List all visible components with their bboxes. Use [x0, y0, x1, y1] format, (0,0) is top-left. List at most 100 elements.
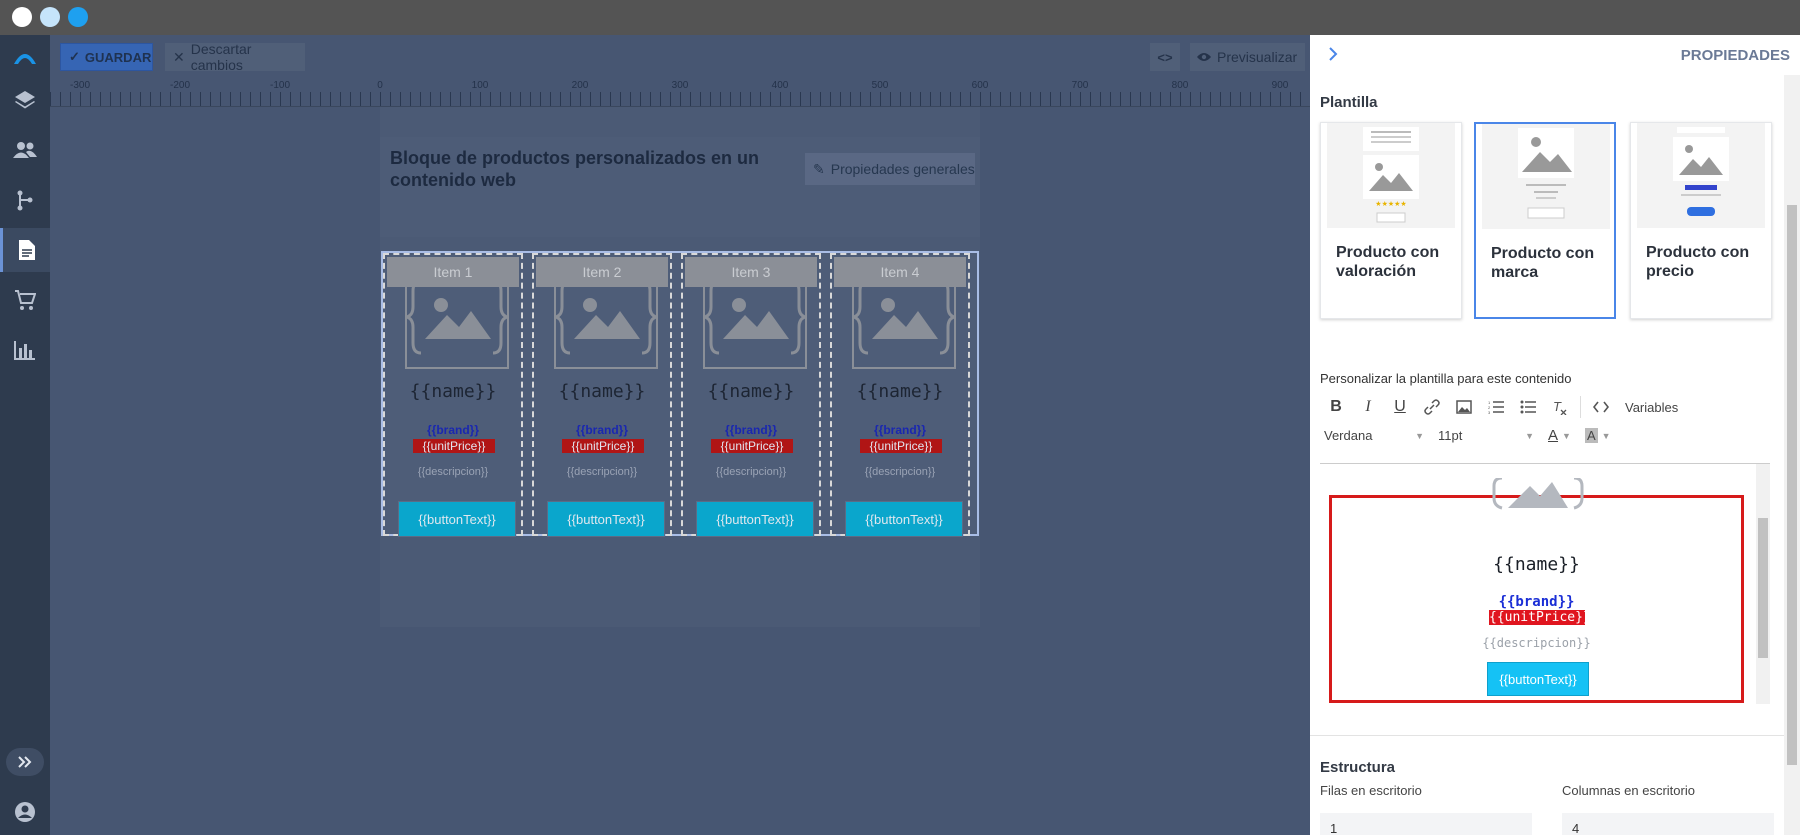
- app-logo-icon[interactable]: [0, 35, 50, 79]
- columns-desktop-label: Columnas en escritorio: [1562, 783, 1695, 798]
- italic-icon[interactable]: I: [1352, 393, 1384, 421]
- ruler-label: 900: [1271, 80, 1289, 91]
- template-thumbnail: [1482, 124, 1610, 229]
- ruler-ticks: [50, 92, 1310, 106]
- reports-chart-icon[interactable]: [0, 328, 50, 372]
- product-button[interactable]: {{buttonText}}: [398, 501, 516, 537]
- variables-dropdown[interactable]: Variables: [1625, 400, 1678, 415]
- product-brand: {{brand}}: [724, 423, 777, 437]
- product-item[interactable]: Item 3 {{name}} {{brand}} {{unitPrice}} …: [681, 253, 821, 537]
- template-brand-preview-icon: [1518, 128, 1574, 219]
- template-card-rating[interactable]: ★★★★★ Producto con valoración: [1320, 122, 1462, 319]
- preview-button-label: Previsualizar: [1217, 49, 1298, 65]
- product-item[interactable]: Item 1 {{name}} {{brand}} {{unitPrice}} …: [383, 253, 523, 537]
- template-card-brand[interactable]: Producto con marca: [1474, 122, 1616, 319]
- window-minimize-dot[interactable]: [40, 7, 60, 27]
- product-name: {{name}}: [707, 381, 795, 402]
- editor-scrollbar[interactable]: [1756, 464, 1770, 704]
- source-code-icon[interactable]: [1585, 393, 1617, 421]
- save-button[interactable]: ✓ GUARDAR: [60, 43, 153, 71]
- check-icon: ✓: [69, 49, 80, 64]
- template-preview-frame: {{name}} {{brand}} {{unitPrice}} {{descr…: [1329, 476, 1744, 703]
- background-color-button[interactable]: A ▼: [1584, 428, 1611, 443]
- item-header: Item 1: [387, 257, 519, 287]
- underline-icon[interactable]: U: [1384, 393, 1416, 421]
- template-editor[interactable]: {{name}} {{brand}} {{unitPrice}} {{descr…: [1320, 463, 1770, 735]
- user-account-icon[interactable]: [0, 790, 50, 834]
- product-button[interactable]: {{buttonText}}: [696, 501, 814, 537]
- code-view-button[interactable]: <>: [1150, 43, 1180, 71]
- rte-toolbar-row: B I U 123 T Variables: [1320, 393, 1678, 421]
- svg-text:★★★★★: ★★★★★: [1375, 200, 1406, 208]
- rows-desktop-label: Filas en escritorio: [1320, 783, 1422, 798]
- item-header: Item 4: [834, 257, 966, 287]
- clear-format-icon[interactable]: T: [1544, 393, 1576, 421]
- ruler-label: 400: [771, 80, 789, 91]
- panel-scrollbar-thumb[interactable]: [1787, 205, 1797, 765]
- product-button[interactable]: {{buttonText}}: [845, 501, 963, 537]
- preview-product-brand: {{brand}}: [1498, 594, 1575, 610]
- layers-icon[interactable]: [0, 78, 50, 122]
- product-price: {{unitPrice}}: [413, 439, 495, 453]
- editor-area: ✓ GUARDAR ✕ Descartar cambios <> Previsu…: [50, 35, 1310, 835]
- save-button-label: GUARDAR: [84, 49, 152, 65]
- bold-icon[interactable]: B: [1320, 393, 1352, 421]
- preview-button[interactable]: Previsualizar: [1190, 43, 1305, 71]
- link-icon[interactable]: [1416, 393, 1448, 421]
- font-family-value: Verdana: [1324, 428, 1373, 443]
- dropdown-caret-icon: ▼: [1562, 430, 1571, 441]
- ruler-label: -100: [269, 80, 291, 91]
- ruler-label: 300: [671, 80, 689, 91]
- content-document-icon[interactable]: [0, 228, 50, 272]
- app-sidebar: [0, 35, 50, 835]
- discard-button-label: Descartar cambios: [190, 41, 252, 73]
- editor-toolbar: ✓ GUARDAR ✕ Descartar cambios <> Previsu…: [50, 35, 1310, 77]
- item-header: Item 2: [536, 257, 668, 287]
- preview-product-price: {{unitPrice}}: [1489, 610, 1591, 625]
- product-brand: {{brand}}: [873, 423, 926, 437]
- product-price: {{unitPrice}}: [860, 439, 942, 453]
- properties-panel: PROPIEDADES Plantilla ★★★★★ Producto con…: [1310, 35, 1800, 835]
- window-maximize-dot[interactable]: [68, 7, 88, 27]
- preview-product-button[interactable]: {{buttonText}}: [1487, 662, 1589, 696]
- collapse-panel-chevron-icon[interactable]: [1328, 47, 1338, 66]
- font-family-select[interactable]: Verdana ▼: [1320, 428, 1428, 443]
- product-item[interactable]: Item 4 {{name}} {{brand}} {{unitPrice}} …: [830, 253, 970, 537]
- cart-icon[interactable]: [0, 278, 50, 322]
- content-title: Bloque de productos personalizados en un…: [390, 148, 760, 190]
- template-card-label: Producto con valoración: [1336, 244, 1440, 280]
- product-brand: {{brand}}: [575, 423, 628, 437]
- general-properties-button[interactable]: ✎ Propiedades generales: [805, 153, 975, 185]
- product-item[interactable]: Item 2 {{name}} {{brand}} {{unitPrice}} …: [532, 253, 672, 537]
- product-price: {{unitPrice}}: [562, 439, 644, 453]
- product-description: {{descripcion}}: [715, 466, 787, 478]
- template-card-label: Producto con marca: [1491, 245, 1595, 281]
- product-block[interactable]: Item 1 {{name}} {{brand}} {{unitPrice}} …: [381, 251, 979, 537]
- ruler-label: 500: [871, 80, 889, 91]
- discard-changes-button[interactable]: ✕ Descartar cambios: [165, 41, 305, 73]
- horizontal-ruler: -300 -200 -100 0 100 200 300 400 500 600…: [50, 77, 1310, 107]
- eye-icon: [1197, 53, 1211, 61]
- window-close-dot[interactable]: [12, 7, 32, 27]
- insert-image-icon[interactable]: [1448, 393, 1480, 421]
- product-button[interactable]: {{buttonText}}: [547, 501, 665, 537]
- template-thumbnail: [1637, 123, 1765, 228]
- unordered-list-icon[interactable]: [1512, 393, 1544, 421]
- template-card-price[interactable]: Producto con precio: [1630, 122, 1772, 319]
- ordered-list-icon[interactable]: 123: [1480, 393, 1512, 421]
- rows-desktop-input[interactable]: 1: [1320, 813, 1532, 835]
- double-chevron-right-icon: [18, 756, 32, 768]
- ruler-label: 700: [1071, 80, 1089, 91]
- expand-sidebar-button[interactable]: [6, 748, 44, 776]
- text-color-button[interactable]: A ▼: [1548, 427, 1571, 444]
- item-header: Item 3: [685, 257, 817, 287]
- panel-scrollbar[interactable]: [1784, 75, 1800, 835]
- columns-desktop-input[interactable]: 4: [1562, 813, 1774, 835]
- template-card-label: Producto con precio: [1646, 244, 1750, 280]
- flows-icon[interactable]: [0, 178, 50, 222]
- product-name: {{name}}: [409, 381, 497, 402]
- contacts-icon[interactable]: [0, 128, 50, 172]
- font-size-select[interactable]: 11pt ▼: [1434, 428, 1538, 443]
- code-icon: <>: [1157, 49, 1173, 65]
- customize-template-label: Personalizar la plantilla para este cont…: [1320, 371, 1572, 386]
